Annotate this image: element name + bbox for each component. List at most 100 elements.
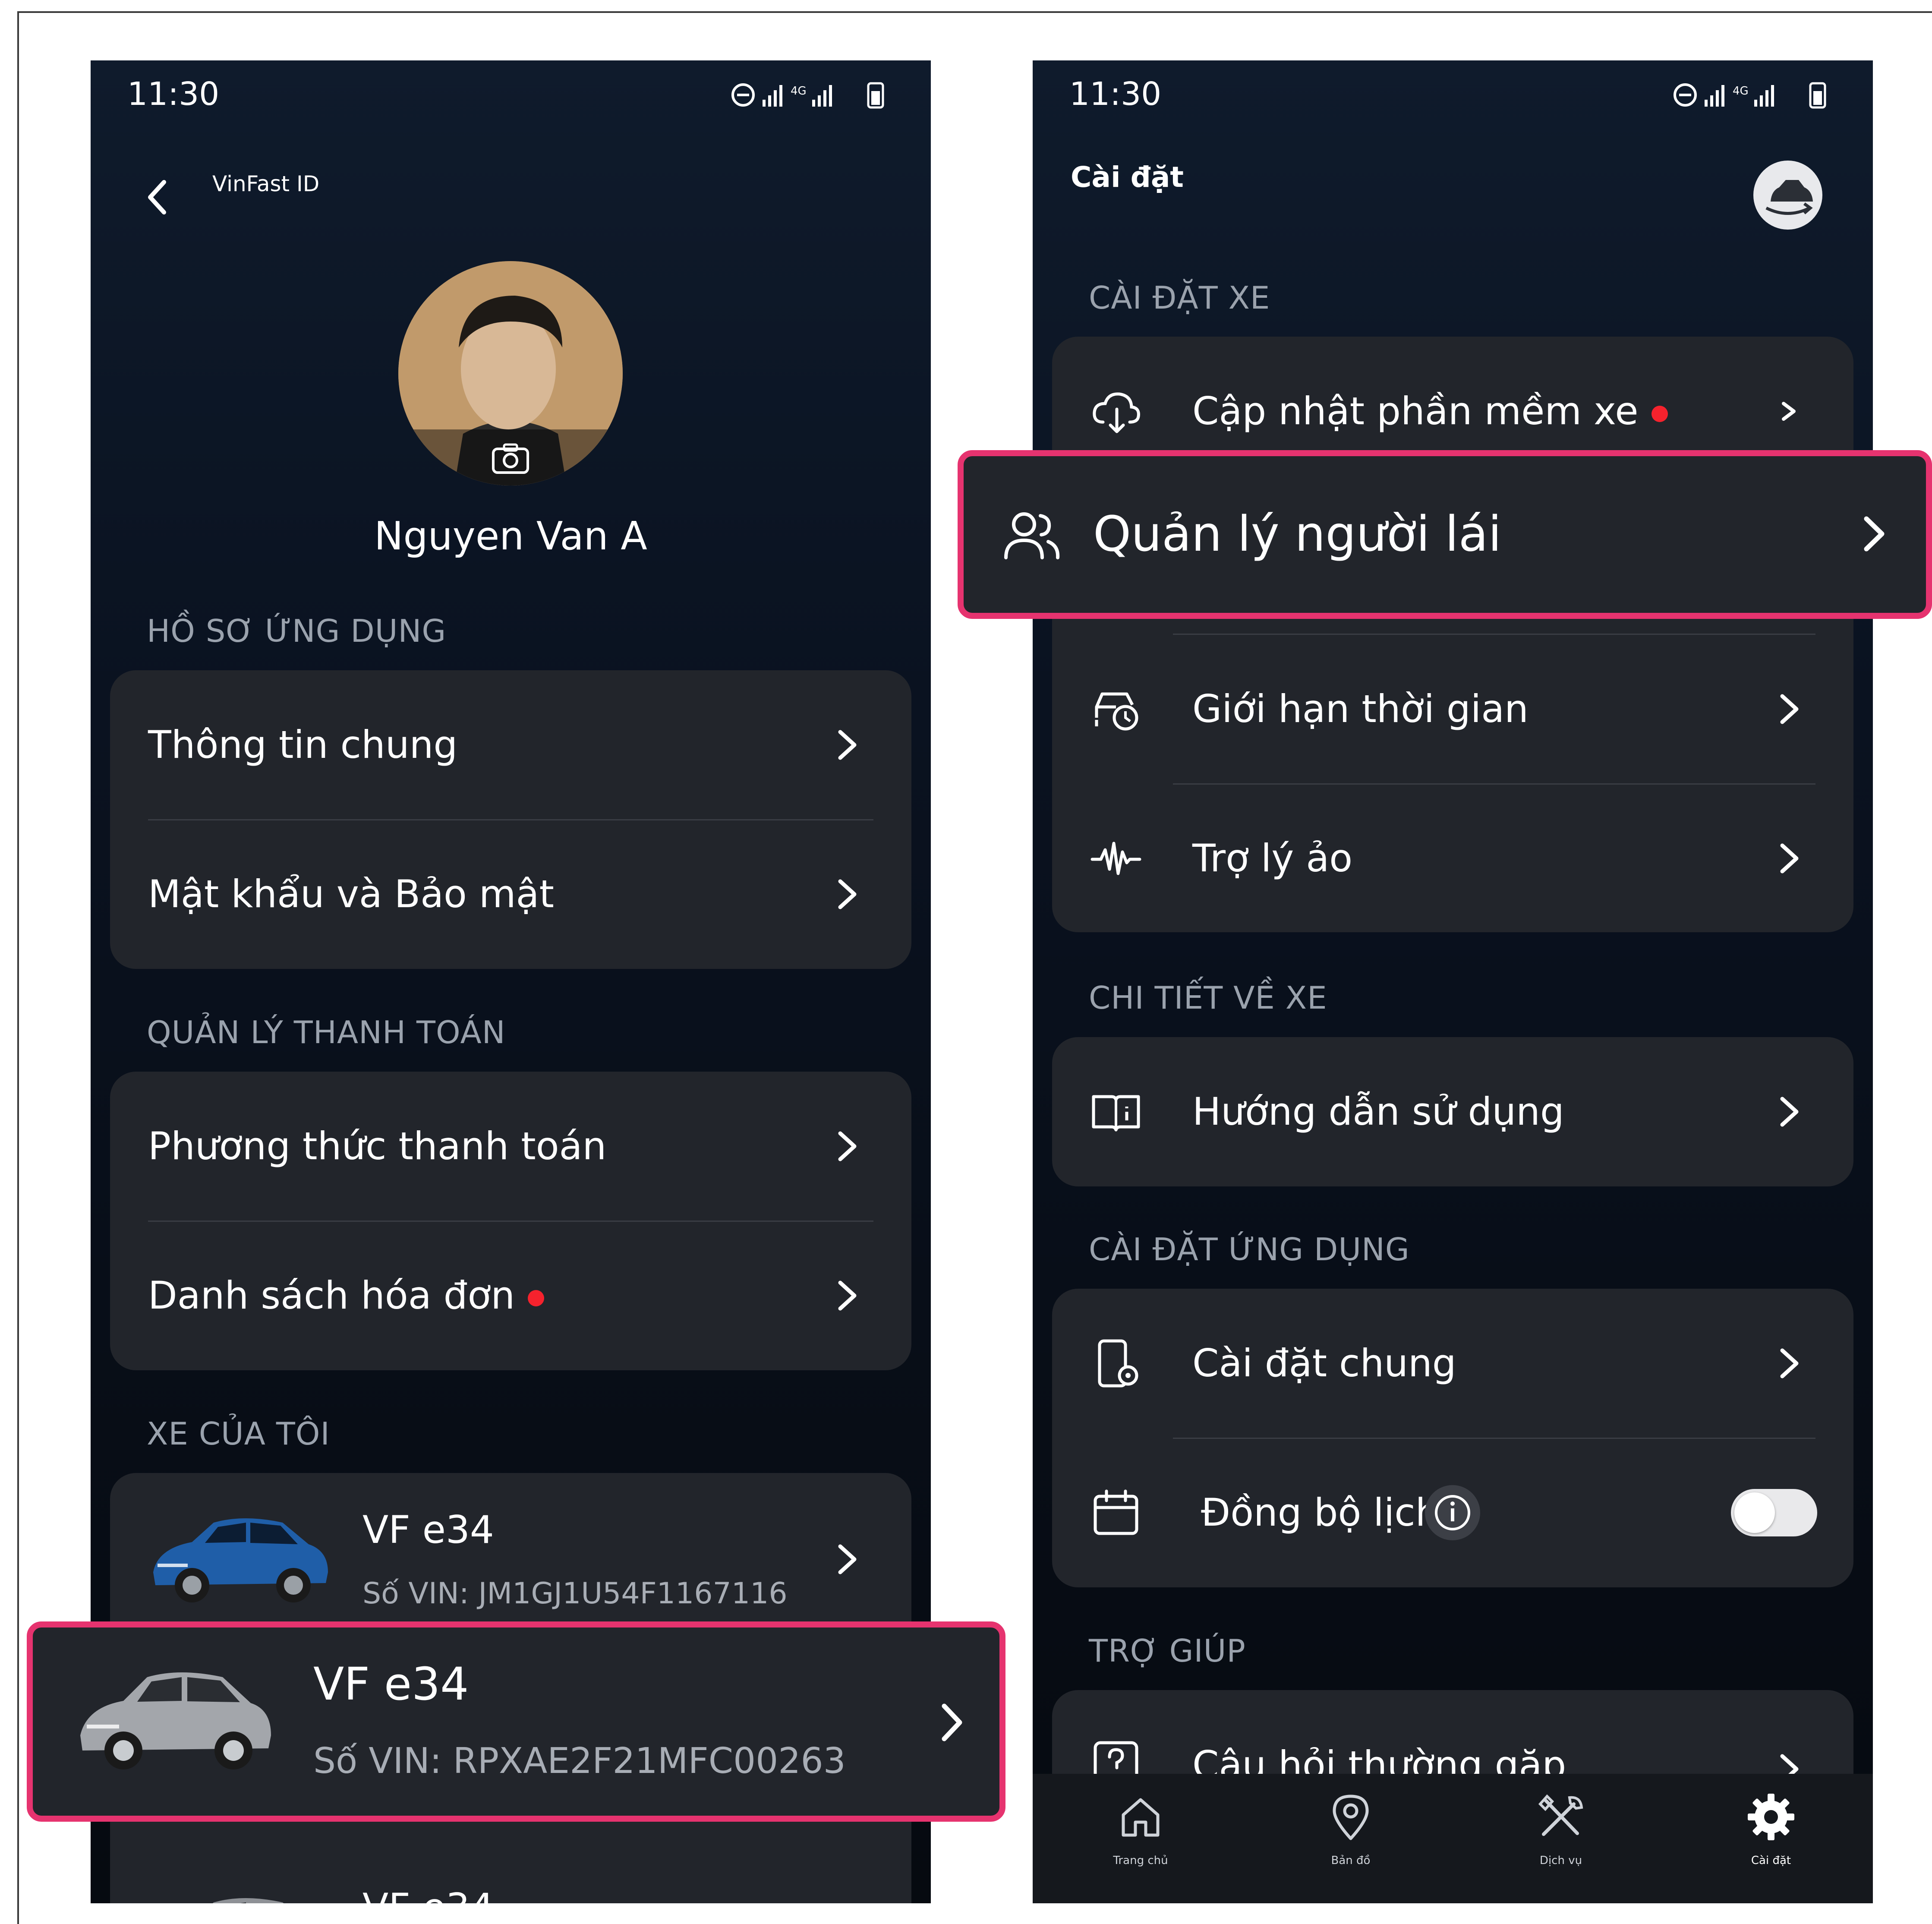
- menu-item-general-info[interactable]: Thông tin chung: [110, 670, 911, 820]
- notification-dot: [1651, 406, 1668, 423]
- car-name: VF e34: [313, 1658, 469, 1710]
- nav-tab-home[interactable]: Trang chủ: [1076, 1791, 1205, 1886]
- section-label-payment: QUẢN LÝ THANH TOÁN: [147, 1014, 506, 1050]
- menu-item-label: Giới hạn thời gian: [1192, 687, 1529, 731]
- menu-item-driver-management-highlighted[interactable]: Quản lý người lái: [958, 450, 1932, 619]
- users-icon: [1004, 512, 1060, 559]
- voice-wave-icon: [1090, 842, 1141, 875]
- section-label-app-profile: HỒ SƠ ỨNG DỤNG: [147, 613, 447, 649]
- chevron-right-icon: [1782, 402, 1796, 421]
- status-bar-icons: 4G: [731, 82, 884, 109]
- car-item-3[interactable]: VF e34: [110, 1853, 911, 1903]
- payment-card: Phương thức thanh toán Danh sách hóa đơn: [110, 1072, 911, 1370]
- status-time: 11:30: [127, 76, 220, 113]
- menu-item-calendar-sync: Đồng bộ lịch: [1052, 1438, 1853, 1587]
- car-name: VF e34: [362, 1508, 494, 1552]
- menu-item-label: Quản lý người lái: [1093, 506, 1502, 562]
- bottom-navigation: Trang chủ Bản đồ Dịch vụ Cài đặt: [1033, 1774, 1873, 1903]
- menu-item-time-limit[interactable]: Giới hạn thời gian: [1052, 634, 1853, 784]
- car-item-2-highlighted[interactable]: VF e34 Số VIN: RPXAE2F21MFC00263: [27, 1621, 1005, 1822]
- chevron-right-icon: [1864, 516, 1885, 552]
- section-label-car-details: CHI TIẾT VỀ XE: [1089, 980, 1327, 1016]
- menu-item-label: Câu hỏi thường gặp: [1192, 1743, 1566, 1787]
- menu-item-payment-method[interactable]: Phương thức thanh toán: [110, 1072, 911, 1221]
- cloud-download-icon: [1093, 392, 1140, 433]
- nav-label: Trang chủ: [1113, 1854, 1168, 1867]
- right-phone-screen: 11:30 4G Cài đặt CÀI ĐẶT XE Cập nhật phầ…: [1033, 60, 1873, 1903]
- car-name: VF e34: [362, 1885, 494, 1903]
- frame-top-border: [17, 11, 1932, 13]
- menu-item-label-wrap: Danh sách hóa đơn: [148, 1221, 545, 1370]
- car-item-1[interactable]: VF e34 Số VIN: JM1GJ1U54F1167116: [110, 1473, 911, 1646]
- chevron-right-icon: [838, 1544, 857, 1574]
- nav-label: Bản đồ: [1331, 1854, 1371, 1867]
- chevron-right-icon: [1780, 1348, 1799, 1378]
- menu-item-faq[interactable]: Câu hỏi thường gặp: [1052, 1690, 1853, 1787]
- car-image-silver: [212, 1898, 284, 1903]
- menu-item-label: Hướng dẫn sử dụng: [1192, 1089, 1564, 1134]
- switch-vehicle-button[interactable]: [1753, 161, 1822, 230]
- nav-tab-services[interactable]: Dịch vụ: [1496, 1791, 1626, 1886]
- menu-item-invoice-list[interactable]: Danh sách hóa đơn: [110, 1221, 911, 1370]
- app-profile-card: Thông tin chung Mật khẩu và Bảo mật: [110, 670, 911, 969]
- menu-item-label: Cài đặt chung: [1192, 1341, 1456, 1385]
- frame-left-border: [17, 11, 19, 1924]
- nav-label: Dịch vụ: [1539, 1854, 1582, 1867]
- car-vin: Số VIN: JM1GJ1U54F1167116: [362, 1577, 788, 1611]
- chevron-right-icon: [1780, 843, 1799, 874]
- notification-dot: [528, 1290, 545, 1307]
- info-icon[interactable]: [1423, 1483, 1482, 1542]
- section-label-car-settings: CÀI ĐẶT XE: [1089, 280, 1270, 316]
- section-label-help: TRỢ GIÚP: [1089, 1633, 1246, 1669]
- svg-text:4G: 4G: [1733, 85, 1749, 98]
- car-image-blue: [153, 1518, 328, 1602]
- gear-icon: [1748, 1794, 1794, 1840]
- nav-tab-settings-active[interactable]: Cài đặt: [1706, 1791, 1836, 1886]
- status-time: 11:30: [1069, 76, 1162, 113]
- toggle-knob: [1734, 1492, 1775, 1533]
- car-clock-icon: [1095, 692, 1138, 731]
- header-title: VinFast ID: [212, 171, 320, 196]
- map-pin-icon: [1333, 1795, 1369, 1840]
- tools-icon: [1538, 1794, 1583, 1836]
- chevron-right-icon: [1780, 694, 1799, 724]
- menu-item-password-security[interactable]: Mật khẩu và Bảo mật: [110, 820, 911, 969]
- calendar-sync-toggle[interactable]: [1731, 1489, 1817, 1536]
- manual-book-icon: [1092, 1095, 1140, 1132]
- chevron-right-icon: [942, 1703, 962, 1741]
- chevron-right-icon: [838, 1281, 857, 1311]
- status-bar-icons: 4G: [1674, 82, 1826, 109]
- section-label-my-cars: XE CỦA TÔI: [147, 1416, 330, 1452]
- chevron-right-icon: [1780, 1097, 1799, 1127]
- car-settings-card: Cập nhật phần mềm xe Giới hạn thời gian …: [1052, 337, 1853, 932]
- chevron-right-icon: [838, 730, 857, 760]
- menu-item-label: Danh sách hóa đơn: [148, 1273, 515, 1318]
- camera-icon[interactable]: [491, 442, 530, 475]
- nav-tab-map[interactable]: Bản đồ: [1286, 1791, 1415, 1886]
- app-settings-card: Cài đặt chung Đồng bộ lịch: [1052, 1289, 1853, 1587]
- phone-settings-icon: [1098, 1339, 1138, 1388]
- menu-item-label: Đồng bộ lịch: [1201, 1490, 1440, 1535]
- car-image-silver: [80, 1672, 271, 1769]
- menu-item-label: Trợ lý ảo: [1192, 836, 1353, 880]
- back-arrow-icon[interactable]: [142, 178, 173, 217]
- nav-label: Cài đặt: [1751, 1854, 1791, 1867]
- user-name: Nguyen Van A: [374, 514, 647, 559]
- avatar[interactable]: [398, 261, 623, 486]
- chevron-right-icon: [838, 1131, 857, 1161]
- header-title: Cài đặt: [1071, 161, 1184, 194]
- car-switch-icon: [1765, 180, 1813, 215]
- home-icon: [1122, 1798, 1160, 1837]
- menu-item-virtual-assistant[interactable]: Trợ lý ảo: [1052, 784, 1853, 933]
- svg-text:4G: 4G: [791, 85, 807, 98]
- menu-item-label: Phương thức thanh toán: [148, 1124, 607, 1168]
- menu-item-label: Thông tin chung: [148, 722, 458, 767]
- car-details-card: Hướng dẫn sử dụng: [1052, 1037, 1853, 1186]
- menu-item-label: Mật khẩu và Bảo mật: [148, 872, 554, 916]
- section-label-app-settings: CÀI ĐẶT ỨNG DỤNG: [1089, 1231, 1410, 1268]
- menu-item-general-settings[interactable]: Cài đặt chung: [1052, 1289, 1853, 1438]
- car-vin: Số VIN: RPXAE2F21MFC00263: [313, 1741, 846, 1782]
- calendar-icon: [1094, 1489, 1138, 1535]
- menu-item-user-manual[interactable]: Hướng dẫn sử dụng: [1052, 1037, 1853, 1186]
- menu-item-label: Cập nhật phần mềm xe: [1192, 389, 1639, 433]
